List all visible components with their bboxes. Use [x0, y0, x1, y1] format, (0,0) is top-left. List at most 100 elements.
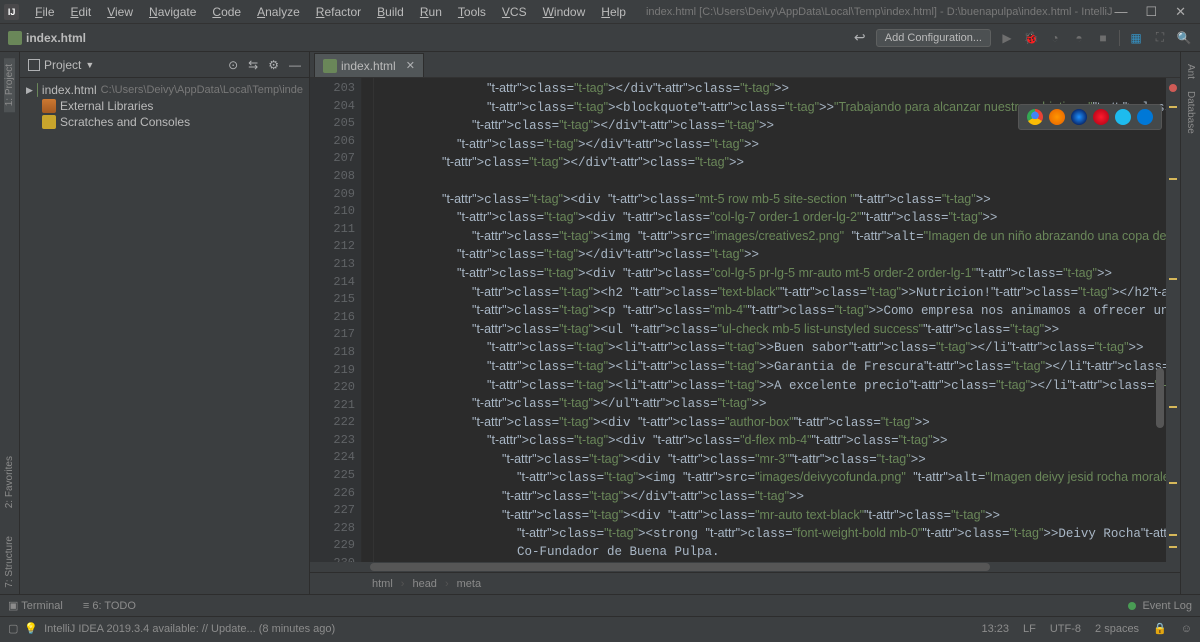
warning-marker[interactable] [1169, 178, 1177, 180]
expand-icon[interactable]: ▶ [26, 85, 33, 96]
menu-view[interactable]: View [99, 3, 141, 21]
browser-preview-toolbar [1018, 104, 1162, 130]
breadcrumb[interactable]: html › head › meta [310, 572, 1180, 594]
status-line-separator[interactable]: LF [1023, 623, 1036, 635]
crumb-meta[interactable]: meta [457, 578, 481, 590]
nav-file[interactable]: index.html [8, 31, 86, 45]
code-editor[interactable]: 203 204 205 206 207 208 209 210 211 212 … [310, 78, 1180, 562]
close-icon[interactable]: ✕ [1175, 4, 1186, 20]
warning-marker[interactable] [1169, 534, 1177, 536]
bottom-tool-bar: ▣ Terminal ≡ 6: TODO Event Log [0, 594, 1200, 616]
readonly-lock-icon[interactable]: 🔒 [1153, 622, 1167, 635]
tree-external-libs[interactable]: External Libraries [20, 98, 309, 114]
menu-navigate[interactable]: Navigate [141, 3, 204, 21]
menu-build[interactable]: Build [369, 3, 412, 21]
fold-strip[interactable] [362, 78, 374, 562]
panel-title-label: Project [44, 58, 81, 72]
edge-icon[interactable] [1137, 109, 1153, 125]
gear-icon[interactable]: ⚙ [268, 58, 279, 72]
terminal-button[interactable]: ▣ Terminal [8, 599, 63, 612]
scratch-icon [42, 115, 56, 129]
safari-icon[interactable] [1071, 109, 1087, 125]
warning-marker[interactable] [1169, 406, 1177, 408]
html-file-icon [323, 59, 337, 73]
line-gutter[interactable]: 203 204 205 206 207 208 209 210 211 212 … [310, 78, 362, 562]
firefox-icon[interactable] [1049, 109, 1065, 125]
rail-project[interactable]: 1: Project [4, 58, 15, 112]
collapse-icon[interactable]: ⇆ [248, 58, 258, 72]
navigation-bar: index.html ↩ Add Configuration... ▶ 🐞 ◔ … [0, 24, 1200, 52]
menu-window[interactable]: Window [535, 3, 594, 21]
bulb-icon[interactable]: 💡 [24, 622, 38, 635]
menu-file[interactable]: File [27, 3, 62, 21]
menu-vcs[interactable]: VCS [494, 3, 535, 21]
todo-button[interactable]: ≡ 6: TODO [83, 600, 136, 612]
horizontal-scrollbar[interactable] [310, 562, 1180, 572]
chrome-icon[interactable] [1027, 109, 1043, 125]
ie-icon[interactable] [1115, 109, 1131, 125]
debug-icon[interactable]: 🐞 [1023, 30, 1039, 46]
menu-help[interactable]: Help [593, 3, 634, 21]
main-area: 1: Project 2: Favorites 7: Structure Pro… [0, 52, 1200, 594]
project-tree[interactable]: ▶ index.html C:\Users\Deivy\AppData\Loca… [20, 78, 309, 134]
hector-icon[interactable]: ☺ [1181, 623, 1192, 635]
tree-scratches[interactable]: Scratches and Consoles [20, 114, 309, 130]
panel-title[interactable]: Project ▼ [28, 58, 94, 72]
warning-marker[interactable] [1169, 546, 1177, 548]
hide-tools-icon[interactable]: ⛶ [1152, 30, 1168, 46]
menu-code[interactable]: Code [204, 3, 249, 21]
coverage-icon[interactable]: ◔ [1047, 30, 1063, 46]
status-update-message[interactable]: IntelliJ IDEA 2019.3.4 available: // Upd… [44, 623, 335, 635]
chevron-right-icon: › [401, 578, 405, 590]
stop-icon[interactable]: ■ [1095, 30, 1111, 46]
warning-marker[interactable] [1169, 482, 1177, 484]
event-log-indicator-icon [1128, 602, 1136, 610]
rail-ant[interactable]: Ant [1185, 58, 1196, 85]
opera-icon[interactable] [1093, 109, 1109, 125]
error-marker-icon[interactable] [1169, 84, 1177, 92]
status-indent[interactable]: 2 spaces [1095, 623, 1139, 635]
warning-marker[interactable] [1169, 106, 1177, 108]
rail-database[interactable]: Database [1185, 85, 1196, 140]
menu-run[interactable]: Run [412, 3, 450, 21]
nav-file-label: index.html [26, 31, 86, 45]
maximize-icon[interactable]: ☐ [1145, 4, 1157, 20]
chevron-right-icon: › [445, 578, 449, 590]
menu-tools[interactable]: Tools [450, 3, 494, 21]
tree-root[interactable]: ▶ index.html C:\Users\Deivy\AppData\Loca… [20, 82, 309, 98]
tab-index-html[interactable]: index.html ✕ [314, 53, 424, 77]
search-everywhere-icon[interactable]: 🔍 [1176, 30, 1192, 46]
menu-analyze[interactable]: Analyze [249, 3, 308, 21]
hide-panel-icon[interactable]: — [289, 58, 301, 72]
panel-scope-icon [28, 59, 40, 71]
crumb-head[interactable]: head [412, 578, 436, 590]
vertical-scrollbar[interactable] [1156, 108, 1166, 532]
window-title: index.html [C:\Users\Deivy\AppData\Local… [646, 6, 1114, 18]
event-log-button[interactable]: Event Log [1142, 600, 1192, 612]
minimize-icon[interactable]: — [1114, 4, 1127, 20]
menu-refactor[interactable]: Refactor [308, 3, 369, 21]
profile-icon[interactable]: ◓ [1071, 30, 1087, 46]
marker-strip[interactable] [1166, 78, 1180, 562]
code-content[interactable]: "t-attr">class="t-tag"></div"t-attr">cla… [374, 78, 1166, 562]
app-icon: IJ [4, 4, 19, 20]
status-time[interactable]: 13:23 [981, 623, 1009, 635]
html-file-icon [37, 83, 38, 97]
rail-favorites[interactable]: 2: Favorites [4, 450, 15, 514]
project-structure-icon[interactable]: ▦ [1128, 30, 1144, 46]
project-panel: Project ▼ ⊙ ⇆ ⚙ — ▶ index.html C:\Users\… [20, 52, 310, 594]
warning-marker[interactable] [1169, 278, 1177, 280]
tool-window-toggle-icon[interactable]: ▢ [8, 622, 18, 635]
tab-close-icon[interactable]: ✕ [406, 59, 415, 72]
build-icon[interactable]: ↩ [852, 30, 868, 46]
menu-edit[interactable]: Edit [63, 3, 100, 21]
locate-icon[interactable]: ⊙ [228, 58, 238, 72]
rail-structure[interactable]: 7: Structure [4, 530, 15, 594]
editor-tabs: index.html ✕ [310, 52, 1180, 78]
html-file-icon [8, 31, 22, 45]
status-encoding[interactable]: UTF-8 [1050, 623, 1081, 635]
library-icon [42, 99, 56, 113]
add-configuration-button[interactable]: Add Configuration... [876, 29, 991, 47]
run-icon[interactable]: ▶ [999, 30, 1015, 46]
crumb-html[interactable]: html [372, 578, 393, 590]
